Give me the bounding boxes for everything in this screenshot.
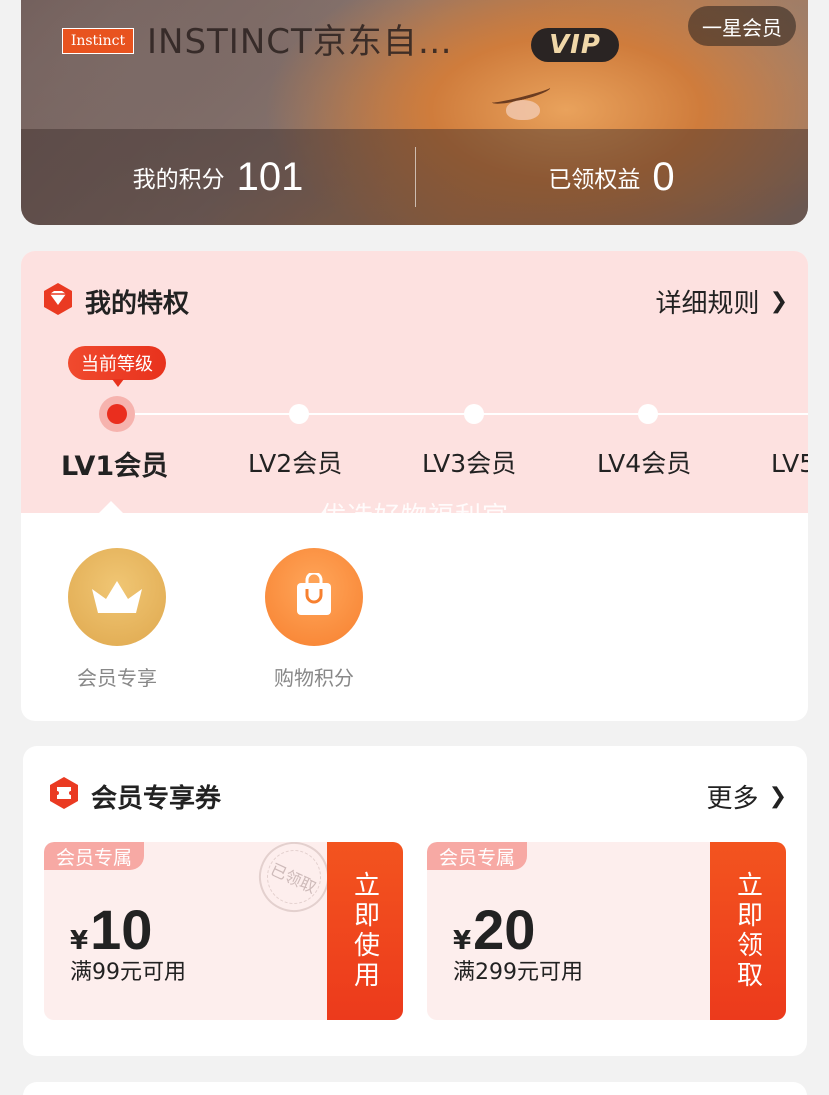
member-level-badge[interactable]: 一星会员 xyxy=(688,6,796,46)
claim-coupon-button[interactable]: 立即领取 xyxy=(710,842,786,1020)
perk-circle xyxy=(265,548,363,646)
coupons-title: 会员专享券 xyxy=(91,784,222,814)
brand-logo: Instinct xyxy=(62,28,134,54)
coupon-icon xyxy=(50,777,78,809)
coupons-panel: 会员专享券 更多 ❯ 会员专属 已领取 ¥ 10 满99元可用 立即使用 会员专… xyxy=(23,746,807,1056)
coupon-card[interactable]: 会员专属 已领取 ¥ 10 满99元可用 立即使用 xyxy=(44,842,403,1020)
coupon-tag: 会员专属 xyxy=(427,842,528,870)
level-label-lv4[interactable]: LV4会员 xyxy=(597,444,691,480)
shopping-bag-icon xyxy=(297,573,331,615)
level-label-lv5[interactable]: LV5会员 xyxy=(771,444,808,480)
level-track-line xyxy=(117,413,808,415)
currency-symbol: ¥ xyxy=(70,926,89,956)
level-node xyxy=(289,404,309,424)
perk-shopping-points[interactable]: 购物积分 xyxy=(254,548,374,691)
use-coupon-button[interactable]: 立即使用 xyxy=(327,842,403,1020)
level-track: LV1会员 LV2会员 LV3会员 LV4会员 LV5会员 xyxy=(21,251,808,513)
level-label-lv3[interactable]: LV3会员 xyxy=(422,444,516,480)
claimed-benefits[interactable]: 已领权益 0 xyxy=(415,129,808,225)
level-label-lv1[interactable]: LV1会员 xyxy=(61,444,168,483)
crown-icon xyxy=(92,581,142,613)
perk-member-exclusive[interactable]: 会员专享 xyxy=(57,548,177,691)
benefits-label: 已领权益 xyxy=(548,167,641,193)
privileges-panel: 我的特权 详细规则 ❯ 当前等级 LV1会员 LV2会员 LV3会员 LV4会员… xyxy=(21,251,808,721)
benefits-value: 0 xyxy=(652,154,675,199)
coupon-value: 20 xyxy=(473,898,536,961)
coupon-condition: 满299元可用 xyxy=(453,960,583,985)
brand-name: INSTINCT京东自… xyxy=(147,22,453,62)
cat-photo-detail xyxy=(506,100,540,120)
next-section-panel xyxy=(23,1082,807,1095)
coupon-amount: ¥ 10 xyxy=(70,902,152,958)
perk-label: 会员专享 xyxy=(77,666,157,690)
coupon-amount: ¥ 20 xyxy=(453,902,535,958)
more-link[interactable]: 更多 ❯ xyxy=(707,778,787,815)
points-value: 101 xyxy=(236,154,304,199)
perk-label: 购物积分 xyxy=(274,666,354,690)
chevron-right-icon: ❯ xyxy=(768,784,787,809)
level-node xyxy=(638,404,658,424)
perk-circle xyxy=(68,548,166,646)
currency-symbol: ¥ xyxy=(453,926,472,956)
coupon-tag: 会员专属 xyxy=(44,842,145,870)
vip-badge: VIP xyxy=(531,28,619,62)
level-node-current xyxy=(99,396,135,432)
points-label: 我的积分 xyxy=(132,167,225,193)
coupon-condition: 满99元可用 xyxy=(70,960,186,985)
level-node xyxy=(464,404,484,424)
level-label-lv2[interactable]: LV2会员 xyxy=(248,444,342,480)
watermark-text: 优选好物福利官 xyxy=(319,502,509,532)
coupon-card[interactable]: 会员专属 ¥ 20 满299元可用 立即领取 xyxy=(427,842,786,1020)
coupon-value: 10 xyxy=(90,898,153,961)
more-link-label: 更多 xyxy=(706,784,759,814)
my-points[interactable]: 我的积分 101 xyxy=(21,129,415,225)
member-card[interactable]: Instinct INSTINCT京东自… VIP 一星会员 我的积分 101 … xyxy=(21,0,808,225)
